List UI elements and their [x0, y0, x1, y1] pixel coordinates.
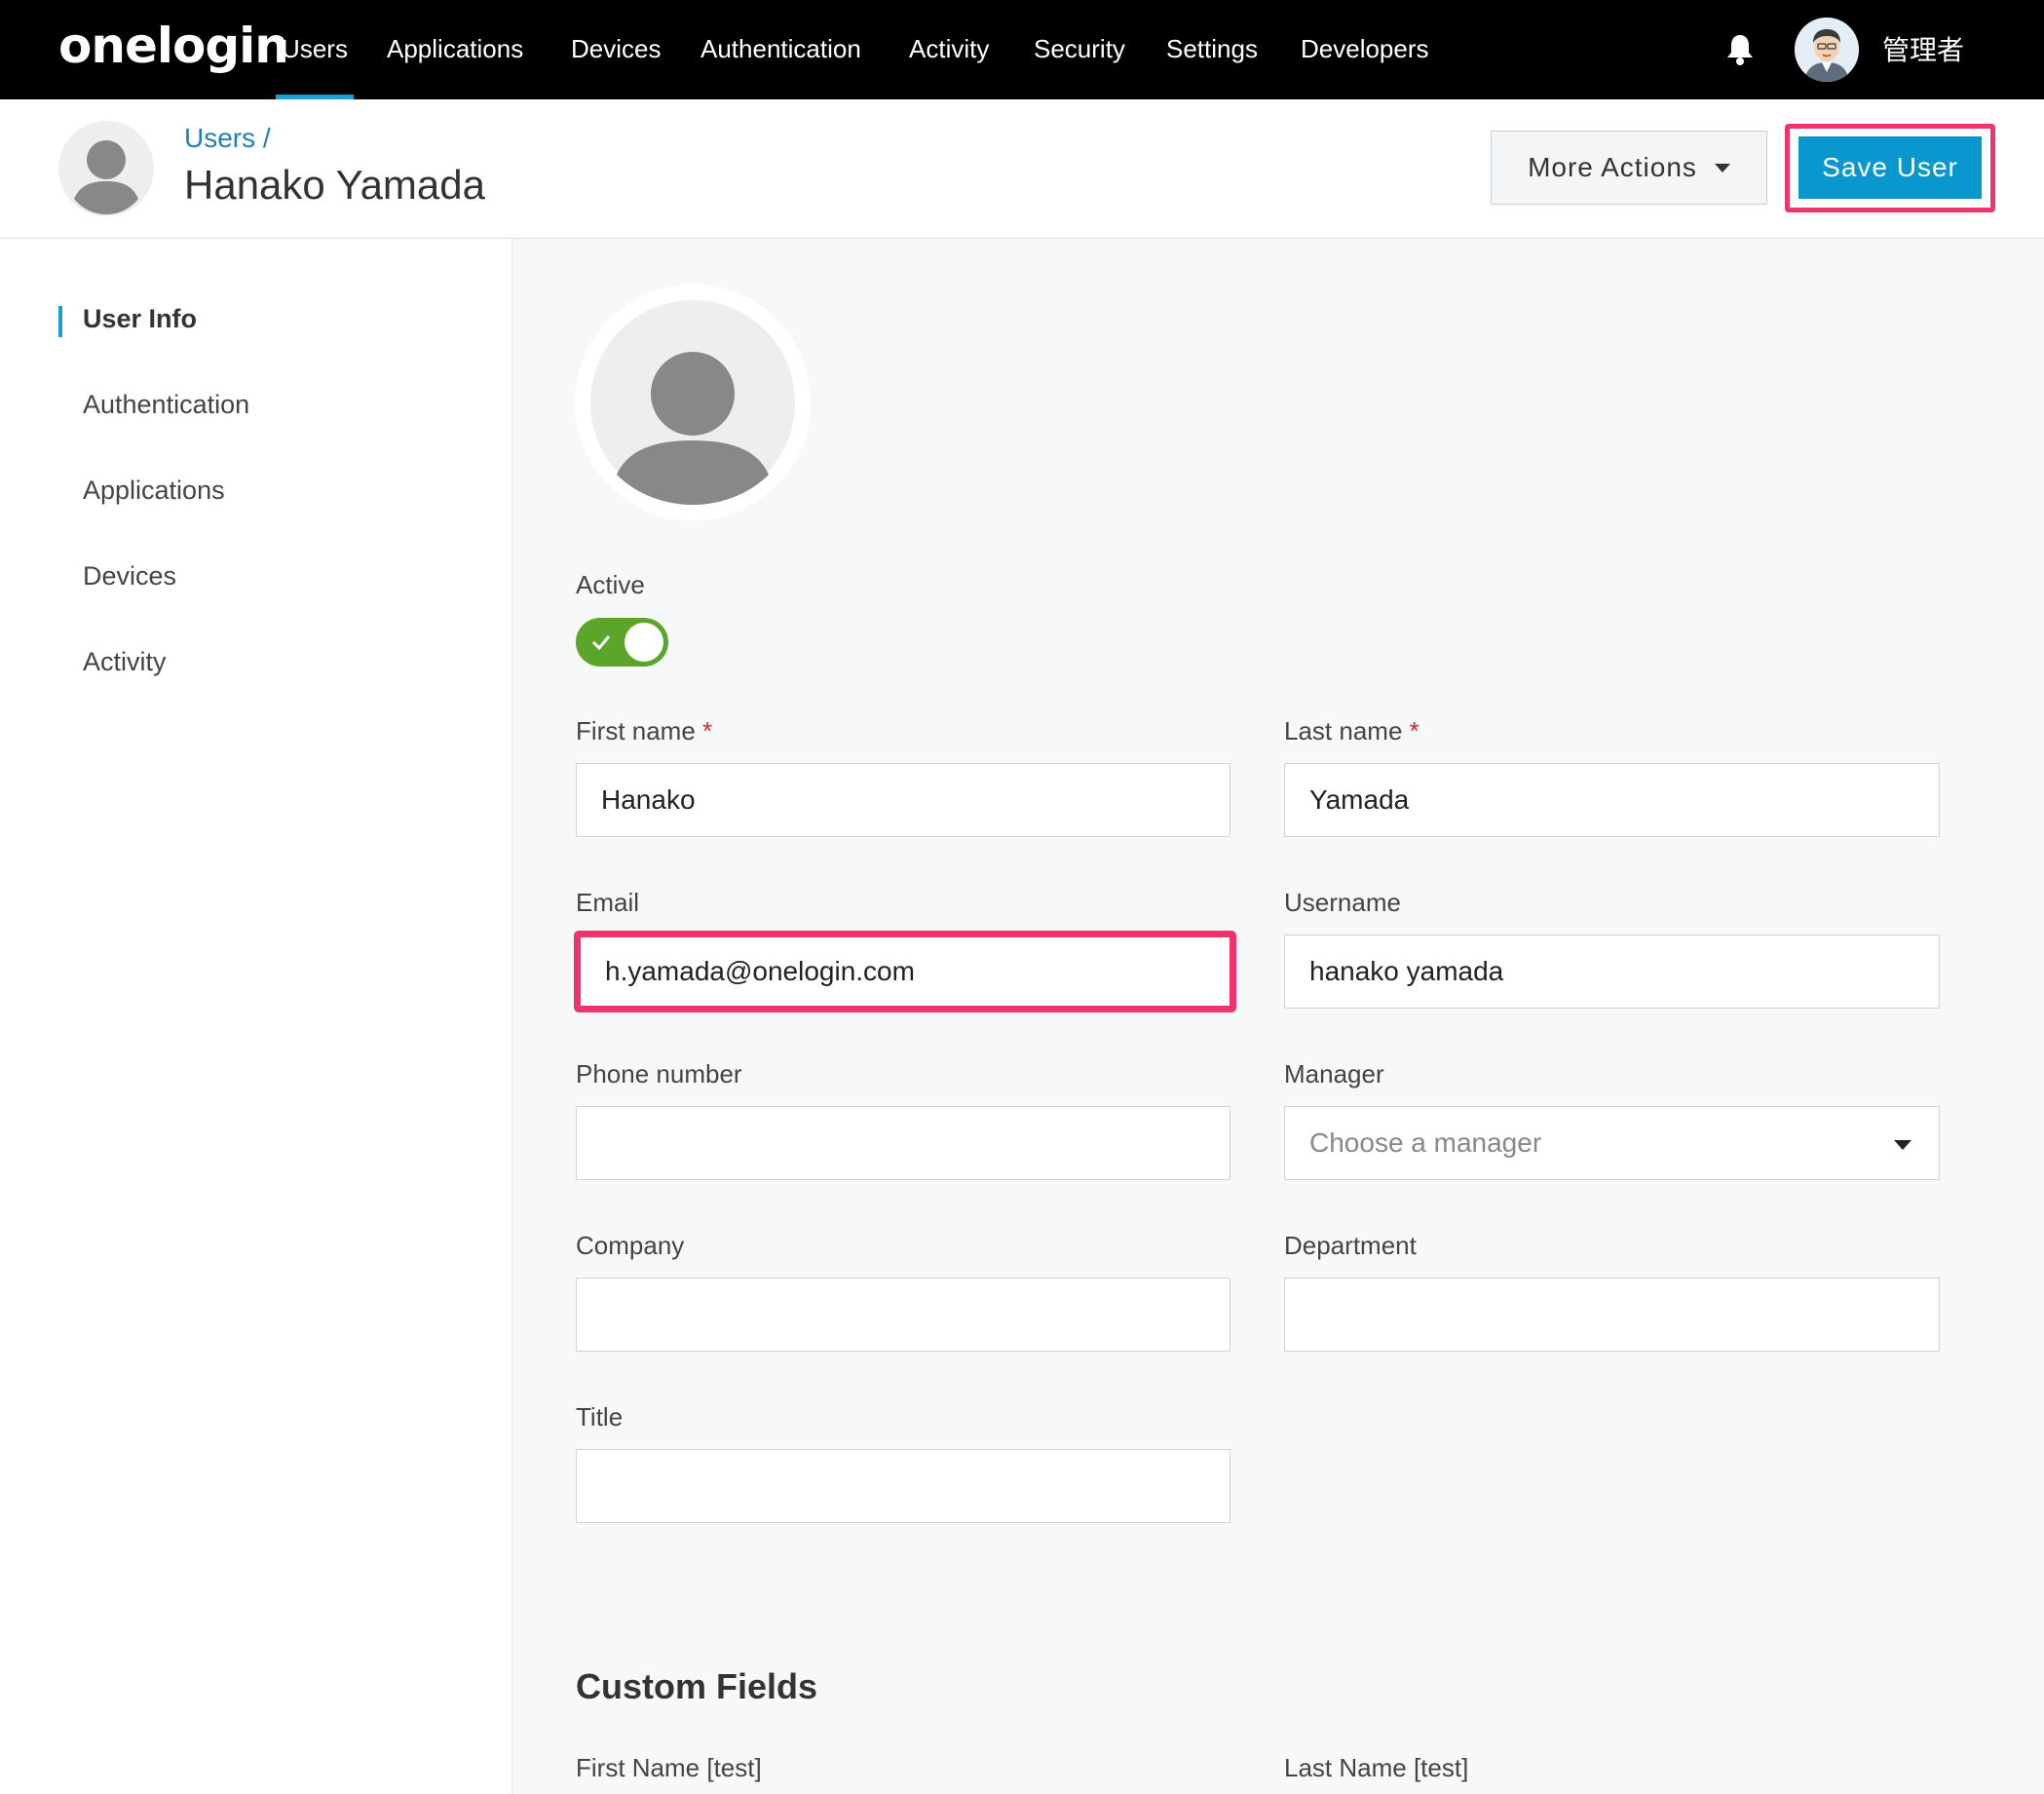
email-label: Email [576, 888, 640, 917]
first-name-label: First name * [576, 716, 713, 745]
username-field[interactable]: hanako yamada [1284, 935, 1940, 1009]
nav-settings[interactable]: Settings [1166, 0, 1258, 99]
company-field[interactable] [576, 1278, 1230, 1352]
page-title: Hanako Yamada [184, 162, 485, 208]
nav-developers[interactable]: Developers [1301, 0, 1429, 99]
nav-security[interactable]: Security [1034, 0, 1125, 99]
custom-fields-heading: Custom Fields [576, 1666, 818, 1706]
save-user-button[interactable]: Save User [1798, 136, 1982, 199]
admin-avatar[interactable] [1795, 18, 1859, 82]
first-name-field[interactable]: Hanako [576, 763, 1230, 837]
nav-activity[interactable]: Activity [909, 0, 989, 99]
chevron-down-icon [1894, 1140, 1912, 1150]
department-label: Department [1284, 1231, 1417, 1260]
company-label: Company [576, 1231, 685, 1260]
custom-last-name-label: Last Name [test] [1284, 1753, 1469, 1782]
title-label: Title [576, 1402, 624, 1431]
nav-authentication[interactable]: Authentication [700, 0, 861, 99]
admin-username[interactable]: 管理者 [1882, 29, 1964, 68]
sidebar-active-indicator [58, 306, 62, 337]
department-field[interactable] [1284, 1278, 1940, 1352]
caret-down-icon [1714, 163, 1730, 172]
manager-placeholder: Choose a manager [1309, 1127, 1542, 1158]
nav-devices[interactable]: Devices [571, 0, 661, 99]
toggle-knob [625, 623, 663, 662]
more-actions-button[interactable]: More Actions [1491, 131, 1767, 205]
sidebar-item-devices[interactable]: Devices [83, 561, 176, 592]
sidebar-item-activity[interactable]: Activity [83, 647, 167, 677]
sidebar-item-user-info[interactable]: User Info [83, 304, 197, 334]
breadcrumb-users[interactable]: Users / [184, 123, 271, 154]
sidebar-item-applications[interactable]: Applications [83, 476, 225, 506]
email-field-highlight [574, 931, 1236, 1012]
phone-label: Phone number [576, 1059, 742, 1088]
manager-select[interactable]: Choose a manager [1284, 1106, 1940, 1180]
nav-applications[interactable]: Applications [387, 0, 523, 99]
onelogin-logo[interactable]: onelogin [58, 18, 289, 74]
manager-label: Manager [1284, 1059, 1384, 1088]
user-avatar-icon [58, 121, 154, 216]
last-name-field[interactable]: Yamada [1284, 763, 1940, 837]
active-toggle[interactable] [576, 618, 668, 667]
more-actions-label: More Actions [1528, 152, 1697, 182]
custom-first-name-label: First Name [test] [576, 1753, 762, 1782]
title-field[interactable] [576, 1449, 1230, 1523]
phone-field[interactable] [576, 1106, 1230, 1180]
sidebar [0, 239, 512, 1794]
check-icon [591, 635, 611, 651]
sidebar-item-authentication[interactable]: Authentication [83, 390, 249, 420]
notification-bell-icon[interactable] [1724, 33, 1756, 66]
nav-users[interactable]: Users [276, 0, 354, 99]
username-label: Username [1284, 888, 1401, 917]
admin-portrait-icon [1795, 18, 1859, 82]
active-label: Active [576, 570, 645, 599]
profile-photo-upload[interactable] [575, 285, 811, 520]
last-name-label: Last name * [1284, 716, 1419, 745]
top-navigation-bar: onelogin Users Applications Devices Auth… [0, 0, 2044, 99]
